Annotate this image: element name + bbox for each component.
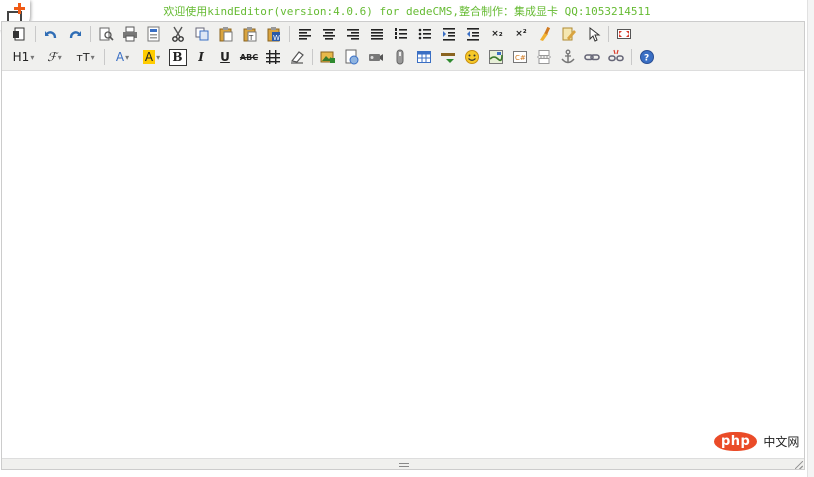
- font-size-select[interactable]: тT ▾: [73, 48, 99, 67]
- unlink-icon[interactable]: [607, 48, 626, 67]
- watermark-site-text: 中文网: [763, 435, 800, 449]
- svg-text:C#: C#: [515, 54, 526, 62]
- undo-icon[interactable]: [42, 25, 61, 44]
- ordered-list-icon[interactable]: [392, 25, 411, 44]
- pagebreak-icon[interactable]: [535, 48, 554, 67]
- preview-icon[interactable]: [97, 25, 116, 44]
- print-icon[interactable]: [121, 25, 140, 44]
- anchor-icon[interactable]: [559, 48, 578, 67]
- strikethrough-label: ABC: [239, 52, 259, 62]
- table-icon[interactable]: [415, 48, 434, 67]
- paste-icon[interactable]: [217, 25, 236, 44]
- indent-icon[interactable]: [440, 25, 459, 44]
- fullscreen-icon[interactable]: [615, 25, 634, 44]
- superscript-icon[interactable]: ×²: [512, 25, 531, 44]
- help-icon[interactable]: ?: [638, 48, 657, 67]
- media-icon[interactable]: [391, 48, 410, 67]
- paste-word-icon[interactable]: W: [265, 25, 284, 44]
- remove-format-icon[interactable]: [288, 48, 307, 67]
- chevron-down-icon: ▾: [57, 52, 62, 62]
- quickformat-icon[interactable]: [560, 25, 579, 44]
- emoticon-icon[interactable]: [463, 48, 482, 67]
- subscript-label: ×₂: [491, 28, 503, 39]
- resize-handle[interactable]: [397, 460, 411, 468]
- forecolor-label: A: [115, 49, 125, 64]
- map-icon[interactable]: [487, 48, 506, 67]
- editor-toolbar: T W ×₂ ×² H1 ▾ ℱ ▾ тT ▾ A ▾ A ▾ B I U AB…: [2, 22, 804, 71]
- php-logo: php: [714, 432, 758, 451]
- code-icon[interactable]: C#: [511, 48, 530, 67]
- toolbar-separator: [608, 26, 609, 42]
- svg-text:?: ?: [644, 54, 649, 64]
- justify-icon[interactable]: [368, 25, 387, 44]
- copy-icon[interactable]: [193, 25, 212, 44]
- page-scroll-edge: [807, 0, 814, 477]
- chevron-down-icon: ▾: [90, 52, 95, 62]
- font-size-label: тT: [76, 50, 90, 64]
- toolbar-row-1: T W ×₂ ×²: [8, 23, 636, 45]
- toolbar-separator: [90, 26, 91, 42]
- kindeditor: T W ×₂ ×² H1 ▾ ℱ ▾ тT ▾ A ▾ A ▾ B I U AB…: [1, 21, 805, 470]
- underline-button[interactable]: U: [216, 48, 235, 67]
- align-left-icon[interactable]: [296, 25, 315, 44]
- editor-banner: 欢迎使用kindEditor(version:4.0.6) for dedeCM…: [163, 5, 651, 18]
- hilitecolor-select[interactable]: A ▾: [140, 48, 164, 67]
- unordered-list-icon[interactable]: [416, 25, 435, 44]
- forecolor-select[interactable]: A ▾: [111, 48, 135, 67]
- bold-label: B: [172, 49, 183, 64]
- line-height-icon[interactable]: [264, 48, 283, 67]
- font-name-label: ℱ: [47, 49, 57, 64]
- toolbar-separator: [312, 49, 313, 65]
- cut-icon[interactable]: [169, 25, 188, 44]
- svg-text:T: T: [248, 34, 254, 42]
- subscript-icon[interactable]: ×₂: [488, 25, 507, 44]
- chevron-down-icon: ▾: [156, 52, 161, 62]
- resize-grip-icon[interactable]: [795, 461, 803, 469]
- multi-image-icon[interactable]: [343, 48, 362, 67]
- align-center-icon[interactable]: [320, 25, 339, 44]
- svg-text:W: W: [273, 34, 280, 42]
- toolbar-separator: [631, 49, 632, 65]
- paste-plain-icon[interactable]: T: [241, 25, 260, 44]
- toolbar-separator: [289, 26, 290, 42]
- chevron-down-icon: ▾: [30, 52, 35, 62]
- toolbar-separator: [104, 49, 105, 65]
- flash-icon[interactable]: [367, 48, 386, 67]
- font-name-select[interactable]: ℱ ▾: [42, 48, 68, 67]
- strikethrough-button[interactable]: ABC: [240, 48, 259, 67]
- superscript-label: ×²: [515, 28, 527, 39]
- template-icon[interactable]: [145, 25, 164, 44]
- hilitecolor-label: A: [142, 50, 156, 64]
- bold-button[interactable]: B: [168, 48, 187, 66]
- redo-icon[interactable]: [66, 25, 85, 44]
- underline-label: U: [220, 49, 230, 64]
- editor-statusbar: [2, 458, 804, 469]
- toolbar-separator: [35, 26, 36, 42]
- heading-select[interactable]: H1 ▾: [11, 48, 37, 67]
- link-icon[interactable]: [583, 48, 602, 67]
- outdent-icon[interactable]: [464, 25, 483, 44]
- editor-content-area[interactable]: [2, 71, 804, 458]
- italic-button[interactable]: I: [192, 48, 211, 67]
- toolbar-row-2: H1 ▾ ℱ ▾ тT ▾ A ▾ A ▾ B I U ABC C# ?: [8, 46, 659, 68]
- hr-icon[interactable]: [439, 48, 458, 67]
- image-icon[interactable]: [319, 48, 338, 67]
- clear-html-icon[interactable]: [536, 25, 555, 44]
- watermark: php 中文网: [714, 432, 799, 451]
- heading-label: H1: [12, 49, 30, 64]
- select-all-icon[interactable]: [584, 25, 603, 44]
- italic-label: I: [198, 49, 204, 64]
- source-icon[interactable]: [11, 25, 30, 44]
- chevron-down-icon: ▾: [125, 52, 130, 62]
- align-right-icon[interactable]: [344, 25, 363, 44]
